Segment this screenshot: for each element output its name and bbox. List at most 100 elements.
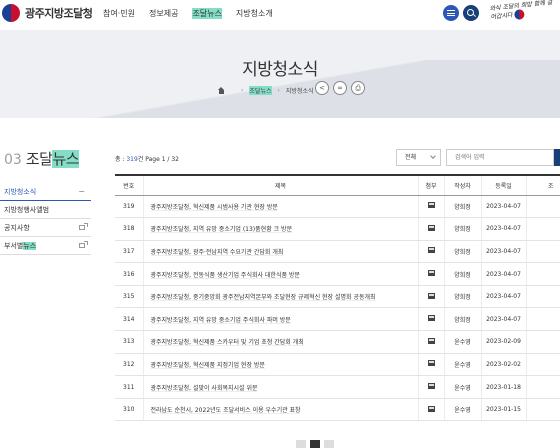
row-number: 315 [115, 285, 143, 309]
nav-item-info[interactable]: 정보제공 [149, 8, 178, 19]
row-writer: 윤수영 [443, 330, 481, 354]
table-row[interactable]: 311 광주지방조달청, 설맞이 사회복지시설 위문 윤수영 2023-01-18 [115, 375, 560, 399]
seal-icon [513, 8, 525, 20]
file-icon[interactable] [427, 247, 435, 254]
row-attachment[interactable] [417, 398, 444, 422]
row-title[interactable]: 전라남도 순천시, 2022년도 조달서비스 이용 우수기관 표창 [142, 398, 418, 422]
sidebar-number: 03 [4, 152, 22, 168]
table-row[interactable]: 317 광주지방조달청, 광주·전남지역 수요기관 간담회 개최 양희정 2023-0… [115, 240, 560, 264]
row-views [525, 375, 560, 399]
select-value: 전체 [405, 154, 417, 161]
search-button[interactable] [463, 5, 479, 21]
site-logo[interactable]: 광주지방조달청 [2, 4, 93, 22]
menu-button[interactable] [443, 5, 459, 21]
sidebar-item-local-news[interactable]: 지방청소식 − [0, 183, 91, 201]
row-number: 317 [115, 240, 143, 264]
nav-item-news[interactable]: 조달뉴스 [192, 8, 222, 19]
table-row[interactable]: 313 광주지방조달청, 혁신제품 스카우터 및 기업 초청 간담회 개최 윤수영 2… [115, 330, 560, 354]
page-title: 지방청소식 [242, 60, 318, 80]
row-date: 2023-01-18 [480, 375, 526, 399]
table-row[interactable]: 315 광주지방조달청, 중기중앙회 광주전남지역본부와 조달현장 규제혁신 현장… [115, 285, 560, 309]
slogan: 와식 조달의 희망 함께 걸어갑시다 [489, 0, 558, 23]
chevron-down-icon [430, 153, 436, 159]
row-title[interactable]: 광주지방조달청, 지역 유망 중소기업 (13)품현황 크 방문 [142, 217, 418, 241]
sidebar-item-photo-album[interactable]: 지방청행사앨범 [0, 201, 91, 219]
column-header: 작성자 [443, 174, 481, 196]
row-title[interactable]: 광주지방조달청, 중기중앙회 광주전남지역본부와 조달현장 규제혁신 현장 설명… [142, 285, 418, 309]
post-link[interactable]: 광주지방조달청, 중기중앙회 광주전남지역본부와 조달현장 규제혁신 현장 설명… [151, 294, 376, 301]
post-link[interactable]: 광주지방조달청, 지역 유망 중소기업 (13)품현황 크 방문 [151, 226, 293, 233]
sidebar-item-label: 지방청행사앨범 [4, 206, 50, 214]
post-link[interactable]: 광주지방조달청, 혁신제품 시범사용 기관 현장 방문 [151, 204, 278, 211]
file-icon[interactable] [427, 270, 435, 277]
post-link[interactable]: 광주지방조달청, 지역 유망 중소기업 주식회사 파머 방문 [151, 317, 291, 324]
table-row[interactable]: 310 전라남도 순천시, 2022년도 조달서비스 이용 우수기관 표창 윤수영 2… [115, 398, 560, 422]
nav-item-about[interactable]: 지방청소개 [236, 8, 273, 19]
pagination-button[interactable] [296, 440, 306, 448]
main-nav: 참여·민원 정보제공 조달뉴스 지방청소개 [103, 8, 287, 19]
row-title[interactable]: 광주지방조달청, 광주·전남지역 수요기관 간담회 개최 [142, 240, 418, 264]
sidebar-item-dept-news[interactable]: 부서별뉴스 [0, 237, 91, 255]
row-writer: 양희정 [443, 240, 481, 264]
total-prefix: 총 : [115, 156, 127, 163]
breadcrumb-item-current[interactable]: 지방청소식 [286, 86, 314, 95]
file-icon[interactable] [427, 383, 435, 390]
post-link[interactable]: 광주지방조달청, 설맞이 사회복지시설 위문 [151, 385, 258, 392]
row-attachment[interactable] [417, 330, 444, 354]
search-submit-button[interactable] [554, 149, 560, 166]
table-row[interactable]: 314 광주지방조달청, 지역 유망 중소기업 주식회사 파머 방문 양희정 2023… [115, 307, 560, 332]
row-title[interactable]: 광주지방조달청, 지역 유망 중소기업 주식회사 파머 방문 [142, 307, 418, 332]
row-title[interactable]: 광주지방조달청, 혁신제품 지정기업 현장 방문 [142, 353, 418, 377]
table-header-row: 번호 제목 첨부 작성자 등록일 조 [115, 174, 560, 196]
row-number: 310 [115, 398, 143, 422]
pagination-current[interactable] [310, 440, 320, 448]
row-attachment[interactable] [417, 262, 444, 286]
table-row[interactable]: 316 광주지방조달청, 전동식품 생산기업 주식회사 대한식품 방문 양희정 202… [115, 262, 560, 286]
file-icon[interactable] [427, 315, 435, 322]
post-link[interactable]: 광주지방조달청, 광주·전남지역 수요기관 간담회 개최 [151, 249, 284, 256]
copy-url-button[interactable]: ∞ [333, 81, 347, 95]
table-row[interactable]: 319 광주지방조달청, 혁신제품 시범사용 기관 현장 방문 양희정 2023-04… [115, 195, 560, 219]
row-title[interactable]: 광주지방조달청, 전동식품 생산기업 주식회사 대한식품 방문 [142, 262, 418, 286]
row-number: 311 [115, 375, 143, 399]
sidebar-item-label: 지방청소식 [4, 188, 37, 196]
post-link[interactable]: 전라남도 순천시, 2022년도 조달서비스 이용 우수기관 표창 [151, 407, 301, 414]
external-link-icon [79, 241, 88, 248]
file-icon[interactable] [427, 360, 435, 367]
row-title[interactable]: 광주지방조달청, 설맞이 사회복지시설 위문 [142, 375, 418, 399]
share-button[interactable]: < [315, 81, 329, 95]
page-banner: 지방청소식 › 조달뉴스 › 지방청소식 < ∞ ⎙ [0, 30, 560, 118]
file-icon[interactable] [427, 292, 435, 299]
nav-item-participation[interactable]: 참여·민원 [103, 8, 135, 19]
search-category-select[interactable]: 전체 [396, 149, 441, 166]
table-row[interactable]: 318 광주지방조달청, 지역 유망 중소기업 (13)품현황 크 방문 양희정 20… [115, 217, 560, 241]
file-icon[interactable] [427, 224, 435, 231]
row-attachment[interactable] [417, 195, 444, 219]
post-link[interactable]: 광주지방조달청, 전동식품 생산기업 주식회사 대한식품 방문 [151, 272, 300, 279]
breadcrumb-item-news[interactable]: 조달뉴스 [249, 86, 272, 95]
post-link[interactable]: 광주지방조달청, 혁신제품 지정기업 현장 방문 [151, 362, 265, 369]
row-attachment[interactable] [417, 240, 444, 264]
row-date: 2023-02-02 [480, 353, 526, 377]
row-title[interactable]: 광주지방조달청, 혁신제품 스카우터 및 기업 초청 간담회 개최 [142, 330, 418, 354]
total-suffix: 건 Page [137, 156, 162, 163]
row-attachment[interactable] [417, 285, 444, 309]
sidebar-title: 03 조달뉴스 [4, 148, 80, 169]
post-link[interactable]: 광주지방조달청, 혁신제품 스카우터 및 기업 초청 간담회 개최 [151, 339, 304, 346]
file-icon[interactable] [427, 337, 435, 344]
row-attachment[interactable] [417, 217, 444, 241]
column-header: 제목 [142, 174, 418, 196]
row-attachment[interactable] [417, 353, 444, 377]
file-icon[interactable] [427, 405, 435, 412]
row-attachment[interactable] [417, 307, 444, 332]
table-row[interactable]: 312 광주지방조달청, 혁신제품 지정기업 현장 방문 윤수영 2023-02-02 [115, 353, 560, 377]
row-title[interactable]: 광주지방조달청, 혁신제품 시범사용 기관 현장 방문 [142, 195, 418, 219]
sidebar-item-notices[interactable]: 공지사항 [0, 219, 91, 237]
home-icon[interactable] [218, 87, 225, 94]
search-input[interactable] [446, 149, 554, 166]
print-button[interactable]: ⎙ [351, 81, 365, 95]
row-views [525, 240, 560, 264]
pagination-button[interactable] [324, 440, 334, 448]
file-icon[interactable] [427, 202, 435, 209]
row-attachment[interactable] [417, 375, 444, 399]
